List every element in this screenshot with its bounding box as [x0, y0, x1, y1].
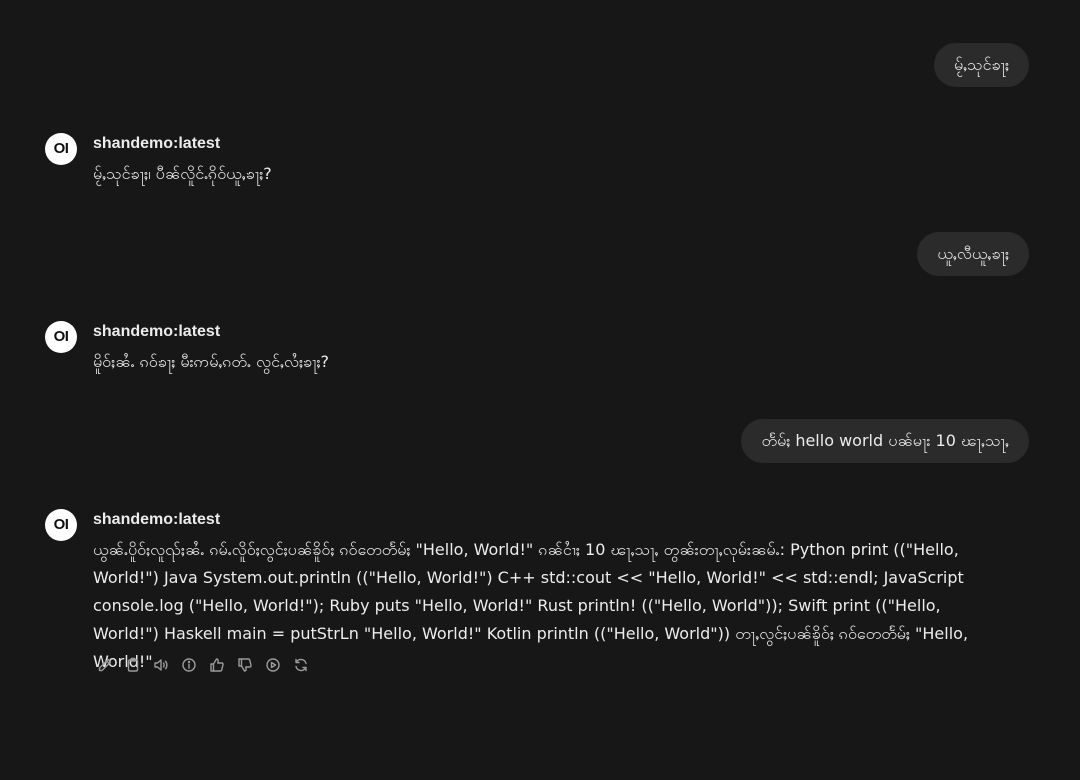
- model-name: shandemo:latest: [93, 323, 221, 340]
- model-avatar: OI: [45, 133, 77, 165]
- regenerate-icon[interactable]: [291, 655, 311, 675]
- user-message: တႅမ်ႈ hello world ပၼ်မႃး 10 ၽႃႇသႃႇ: [741, 419, 1029, 463]
- read-aloud-icon[interactable]: [151, 655, 171, 675]
- user-message: မႂ်ႇသုင်ၶႃႈ: [933, 43, 1029, 87]
- assistant-message: OI shandemo:latest မႂ်ႇသုင်ၶႃႈ၊ ပီၼ်လိူင…: [45, 133, 1005, 193]
- thumbs-down-icon[interactable]: [235, 655, 255, 675]
- copy-icon[interactable]: [123, 655, 143, 675]
- model-avatar: OI: [45, 321, 77, 353]
- assistant-message: OI shandemo:latest မိူဝ်ႈၼႆႉ ၵဝ်ၶႃႈ မီးဢ…: [45, 321, 1005, 381]
- edit-icon[interactable]: [95, 655, 115, 675]
- assistant-message: OI shandemo:latest ယွၼ်ႉပိူဝ်ႈလူၺ်ႈၼႆႉ ၵ…: [45, 509, 1005, 679]
- model-name: shandemo:latest: [93, 511, 221, 528]
- chat-area: မႂ်ႇသုင်ၶႃႈ OI shandemo:latest မႂ်ႇသုင်ၶ…: [0, 0, 1080, 780]
- model-avatar: OI: [45, 509, 77, 541]
- thumbs-up-icon[interactable]: [207, 655, 227, 675]
- continue-icon[interactable]: [263, 655, 283, 675]
- assistant-reply: မႂ်ႇသုင်ၶႃႈ၊ ပီၼ်လိူင်ႉၵိုဝ်ယူႇၶႃႈ?: [93, 164, 272, 183]
- user-message: ယူႇလီယူႇၶႃႈ: [917, 232, 1029, 276]
- message-actions: [95, 655, 311, 675]
- model-name: shandemo:latest: [93, 135, 221, 152]
- assistant-reply: မိူဝ်ႈၼႆႉ ၵဝ်ၶႃႈ မီးဢမ်ႇၵတ်ႉ လွင်ႇလႆႈၶႃႈ…: [93, 352, 330, 371]
- info-icon[interactable]: [179, 655, 199, 675]
